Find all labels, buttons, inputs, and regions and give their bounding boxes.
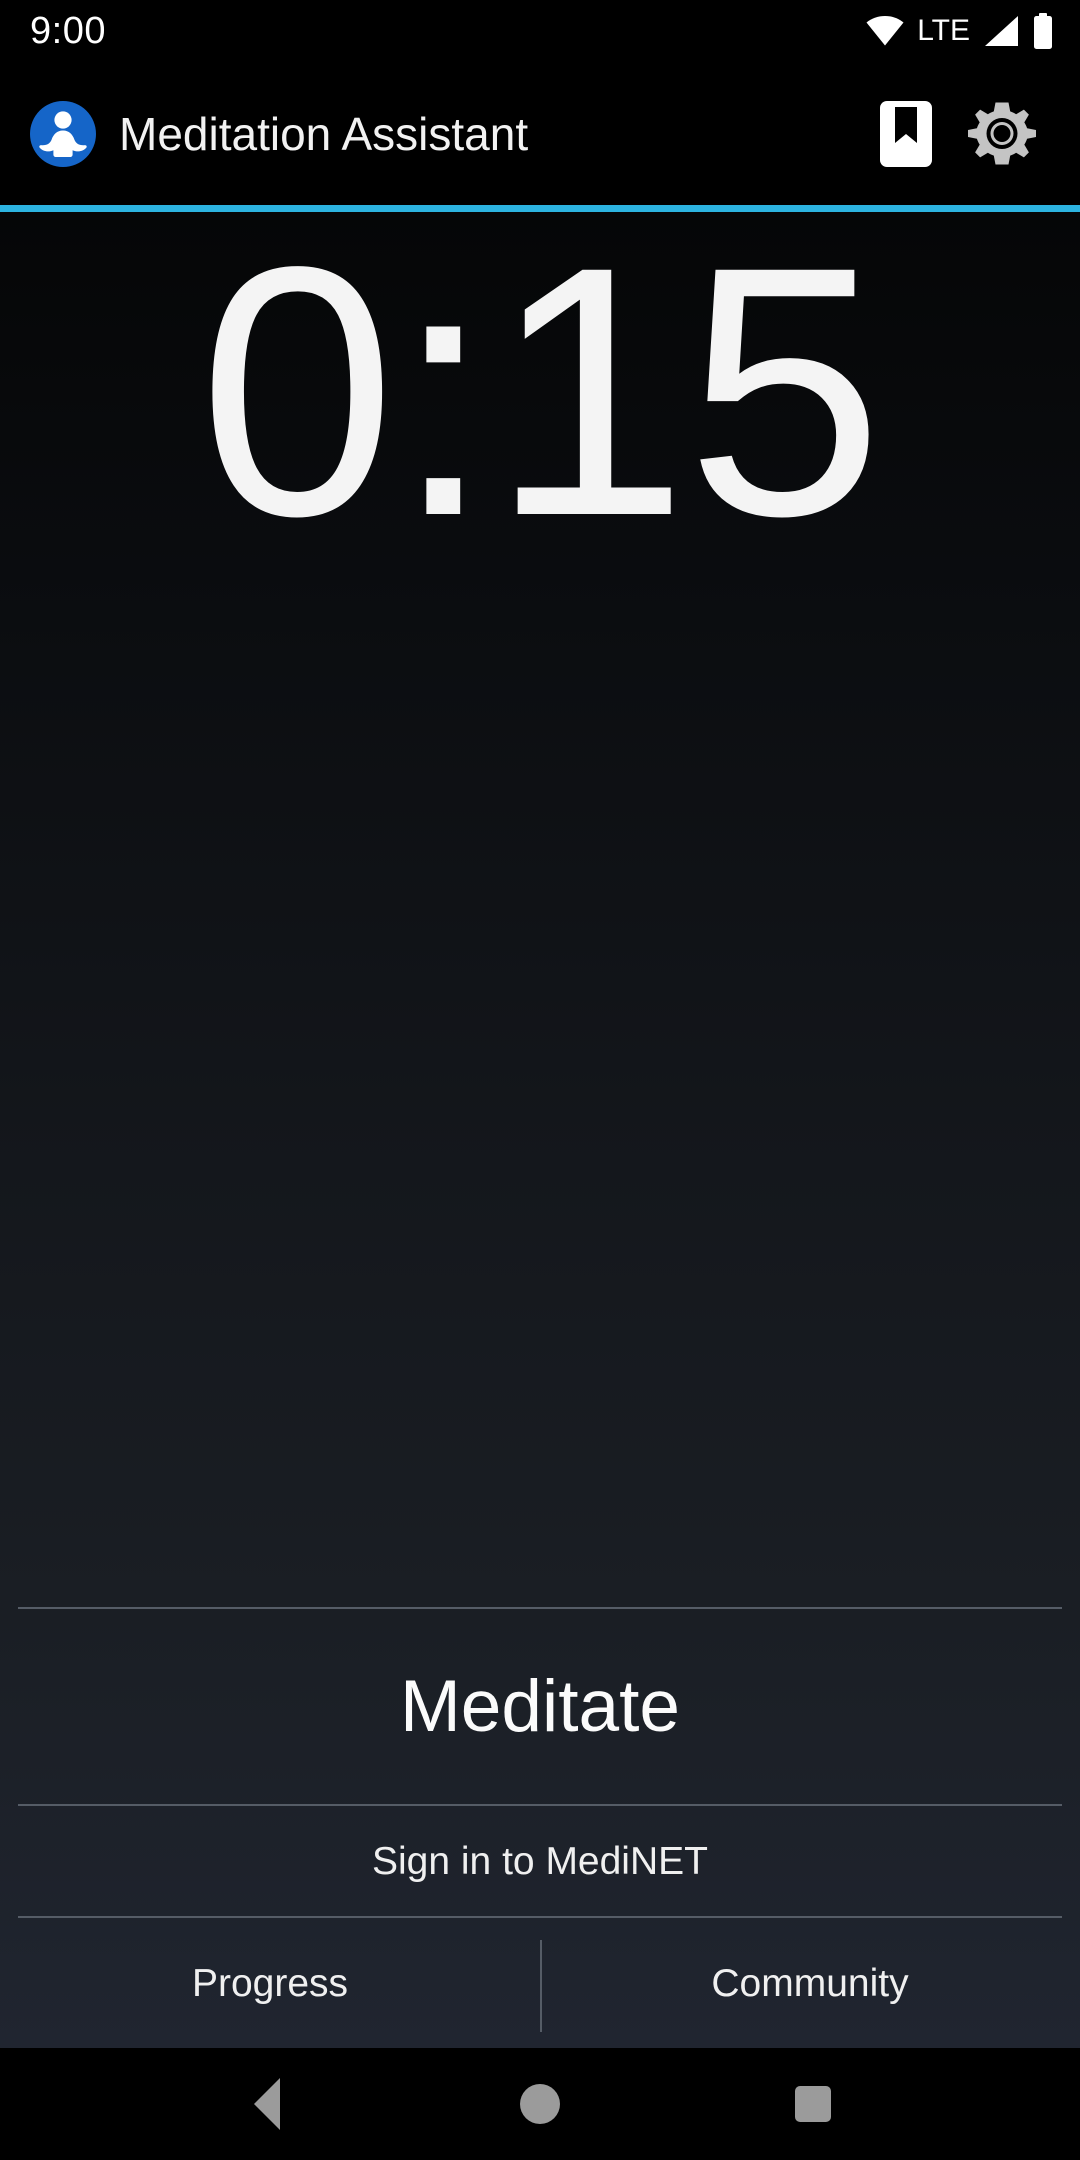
status-indicators: LTE — [866, 13, 1054, 49]
page-title: Meditation Assistant — [119, 107, 529, 160]
signin-button[interactable]: Sign in to MediNET — [0, 1806, 1080, 1916]
status-bar: 9:00 LTE — [0, 0, 1080, 62]
nav-back-button[interactable] — [207, 2048, 327, 2160]
tab-community[interactable]: Community — [540, 1918, 1080, 2048]
home-icon — [519, 2084, 560, 2124]
settings-button[interactable] — [954, 86, 1050, 182]
app-bar: Meditation Assistant — [0, 62, 1080, 205]
tab-progress[interactable]: Progress — [0, 1918, 540, 2048]
tab-progress-label: Progress — [191, 1961, 349, 2005]
nav-home-button[interactable] — [480, 2048, 600, 2160]
main-content: 0:15 Meditate Sign in to MediNET Progres… — [0, 212, 1080, 2048]
timer-display[interactable]: 0:15 — [0, 212, 1080, 572]
android-navigation-bar — [0, 2048, 1080, 2160]
bottom-action-panel: Meditate Sign in to MediNET Progress Com… — [0, 1607, 1080, 2048]
tabs-vertical-divider — [540, 1940, 542, 2032]
nav-recents-button[interactable] — [753, 2048, 873, 2160]
timer-value: 0:15 — [198, 193, 884, 590]
bookmark-button[interactable] — [858, 86, 954, 182]
meditate-button[interactable]: Meditate — [0, 1609, 1080, 1804]
back-icon — [253, 2078, 280, 2130]
wifi-icon — [866, 16, 904, 46]
bottom-tabs: Progress Community — [0, 1918, 1080, 2048]
network-type-label: LTE — [917, 14, 970, 47]
tab-community-label: Community — [711, 1961, 909, 2005]
signin-button-label: Sign in to MediNET — [372, 1839, 708, 1883]
recents-icon — [795, 2086, 832, 2122]
meditation-lotus-icon — [37, 109, 89, 159]
meditate-button-label: Meditate — [400, 1666, 680, 1747]
cellular-signal-icon — [983, 15, 1019, 47]
app-logo — [30, 100, 96, 167]
gear-icon — [968, 100, 1036, 168]
battery-icon — [1032, 13, 1054, 49]
app-root: 9:00 LTE Meditation Assistant 0:15 Medit… — [0, 0, 1080, 2160]
bookmark-icon — [880, 100, 932, 167]
status-clock: 9:00 — [30, 10, 106, 52]
